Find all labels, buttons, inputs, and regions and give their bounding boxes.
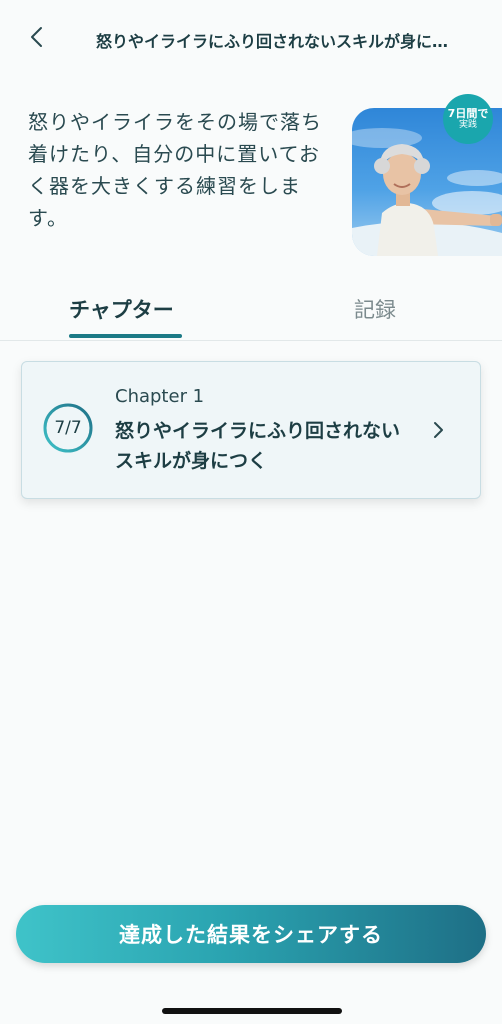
- chevron-left-icon: [31, 27, 42, 47]
- badge-practice-text: 実践: [458, 120, 477, 130]
- chapter-number: Chapter 1: [115, 386, 205, 407]
- share-result-button[interactable]: 達成した結果をシェアする: [16, 905, 486, 963]
- active-tab-indicator: [69, 334, 182, 338]
- tab-record[interactable]: 記録: [354, 294, 396, 324]
- progress-text: 7/7: [54, 418, 82, 438]
- tab-bar: チャプター 記録: [0, 286, 502, 341]
- days-badge: 7日間で 実践: [443, 94, 493, 144]
- page-title: 怒りやイライラにふり回されないスキルが身に…: [96, 32, 449, 51]
- header: 怒りやイライラにふり回されないスキルが身に…: [0, 0, 502, 76]
- chapter-card[interactable]: 7/7 Chapter 1 怒りやイライラにふり回されないスキルが身につく: [21, 361, 481, 499]
- progress-ring: 7/7: [42, 402, 94, 454]
- chevron-right-icon: [434, 422, 443, 438]
- chapter-title: 怒りやイライラにふり回されないスキルが身につく: [115, 420, 401, 472]
- back-button[interactable]: [20, 20, 54, 54]
- badge-days-text: 7日間で: [447, 107, 489, 120]
- tab-chapter[interactable]: チャプター: [69, 294, 174, 324]
- home-indicator: [162, 1008, 342, 1014]
- program-description: 怒りやイライラをその場で落ち着けたり、自分の中に置いておく器を大きくする練習をし…: [28, 110, 322, 230]
